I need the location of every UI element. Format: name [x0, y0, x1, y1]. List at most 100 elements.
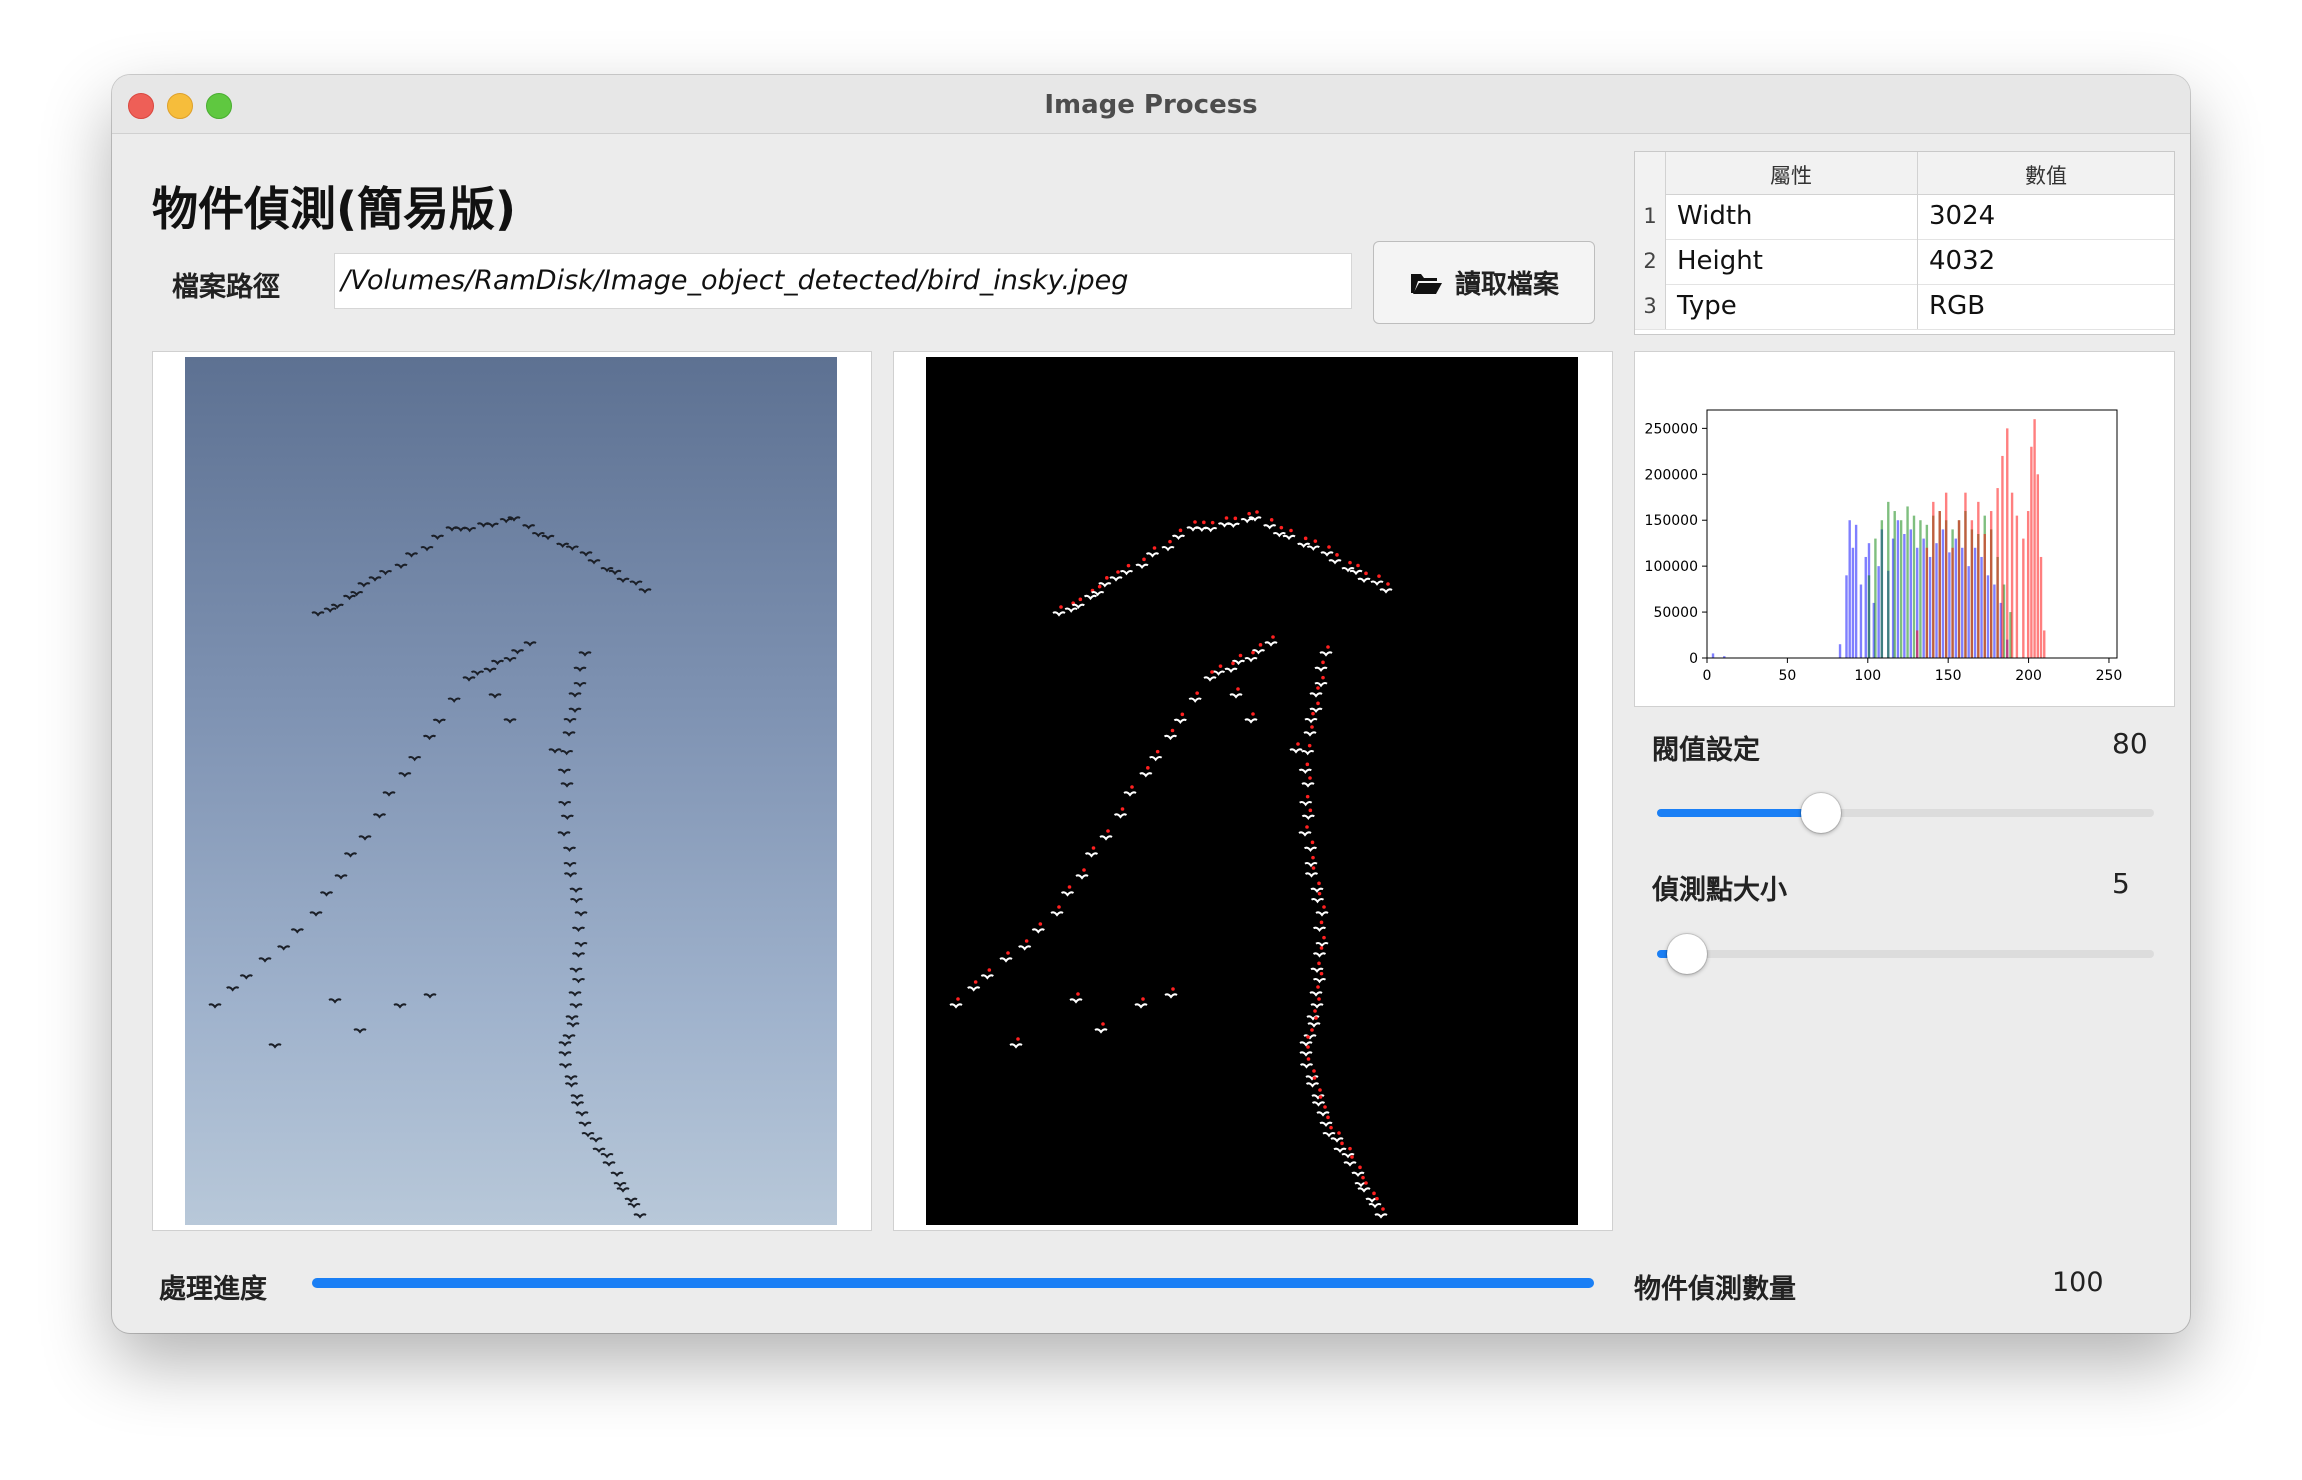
- bird-shape: [627, 1203, 641, 1209]
- bird-shape: [1304, 862, 1318, 868]
- file-path-input[interactable]: /Volumes/RamDisk/Image_object_detected/b…: [334, 253, 1352, 309]
- histogram-bar: [1848, 520, 1851, 658]
- detection-marker: [1316, 686, 1320, 690]
- detection-marker: [1317, 891, 1322, 896]
- histogram-bar: [1711, 653, 1715, 658]
- detection-marker: [1340, 1141, 1344, 1146]
- table-row[interactable]: 3 Type RGB: [1635, 284, 2174, 330]
- detection-marker: [1082, 868, 1086, 872]
- histogram-bar: [1877, 566, 1880, 658]
- detection-marker: [1130, 785, 1134, 789]
- bird-shape: [573, 682, 587, 688]
- detection-marker: [1305, 825, 1309, 829]
- detection-marker: [1318, 1088, 1322, 1092]
- open-file-button-label: 讀取檔案: [1454, 270, 1559, 300]
- x-tick-label: 100: [1854, 668, 1881, 684]
- bird-shape: [571, 926, 586, 932]
- detection-marker: [1152, 546, 1157, 550]
- bird-shape: [1135, 563, 1149, 569]
- table-row[interactable]: 2 Height 4032: [1635, 239, 2174, 285]
- bird-shape: [562, 731, 576, 737]
- detection-marker: [1386, 582, 1390, 586]
- bird-shape: [571, 978, 586, 984]
- bird-shape: [226, 986, 240, 992]
- property-name-cell[interactable]: Type: [1677, 284, 1737, 329]
- property-name-cell[interactable]: Height: [1677, 239, 1763, 284]
- bird-shape: [568, 707, 582, 713]
- detection-overlay: [949, 510, 1393, 1219]
- detection-marker: [1326, 645, 1330, 649]
- bird-shape: [1164, 993, 1178, 999]
- detection-marker: [1314, 1016, 1318, 1020]
- detection-marker: [956, 997, 960, 1001]
- histogram-bar: [1899, 520, 1903, 658]
- property-value-cell[interactable]: RGB: [1929, 284, 1985, 329]
- bird-shape: [1315, 942, 1329, 948]
- histogram-bar: [1838, 644, 1842, 658]
- bird-shape: [1303, 731, 1317, 737]
- detection-marker: [1308, 776, 1312, 780]
- column-header-property[interactable]: 屬性: [1665, 160, 1917, 190]
- property-value-cell[interactable]: 4032: [1929, 239, 1995, 284]
- histogram-bar: [1986, 575, 1990, 658]
- detection-marker: [1318, 1095, 1323, 1099]
- column-divider: [1917, 284, 1918, 329]
- detection-marker: [1319, 946, 1324, 950]
- bird-shape: [563, 718, 577, 724]
- dot-size-slider-track[interactable]: [1657, 934, 2154, 974]
- bird-shape: [616, 1187, 630, 1193]
- bird-shape: [1060, 891, 1075, 897]
- original-image-panel: [152, 351, 872, 1231]
- bird-shape: [573, 666, 587, 672]
- histogram-bar: [1874, 538, 1877, 658]
- bird-shape: [1310, 1003, 1324, 1009]
- page-title: 物件偵測(簡易版): [152, 182, 517, 236]
- bird-shape: [1333, 1147, 1347, 1153]
- bird-shape: [510, 649, 525, 655]
- folder-open-icon: [1410, 273, 1442, 294]
- y-tick-label: 200000: [1645, 467, 1698, 483]
- detection-marker: [1258, 643, 1263, 647]
- bird-shape: [1064, 607, 1078, 613]
- bird-shape: [1305, 1082, 1320, 1088]
- bird-shape: [1316, 1111, 1330, 1117]
- column-header-value[interactable]: 數值: [1917, 160, 2175, 190]
- histogram-bar: [1993, 584, 1996, 658]
- detection-marker: [1322, 935, 1326, 940]
- histogram-bar: [1954, 538, 1958, 658]
- detection-marker: [1317, 881, 1321, 886]
- bird-shape: [564, 1082, 579, 1088]
- dot-size-slider-knob[interactable]: [1666, 934, 1707, 974]
- bird-shape: [1244, 718, 1258, 724]
- histogram-bar: [1864, 556, 1867, 658]
- bird-shape: [980, 974, 994, 980]
- bird-shape: [393, 1003, 407, 1009]
- bird-shape: [372, 813, 387, 819]
- bird-shape: [624, 1197, 638, 1203]
- open-file-button[interactable]: 讀取檔案: [1373, 241, 1595, 324]
- bird-shape: [483, 667, 497, 673]
- bird-shape: [633, 1213, 647, 1219]
- detection-marker: [1218, 664, 1223, 668]
- histogram-bar: [1919, 520, 1922, 658]
- bird-shape: [1289, 748, 1303, 754]
- histogram-bar: [1935, 543, 1938, 658]
- bird-shape: [1091, 591, 1105, 597]
- histogram-bar: [2026, 511, 2030, 658]
- birds-overlay: [208, 516, 652, 1219]
- threshold-slider-track[interactable]: [1657, 793, 2154, 833]
- bird-shape: [1299, 1041, 1313, 1047]
- histogram-bar: [2001, 455, 2004, 658]
- y-tick-label: 100000: [1645, 559, 1698, 575]
- histogram-bar: [1867, 575, 1871, 658]
- threshold-slider-knob[interactable]: [1801, 793, 1841, 833]
- table-row[interactable]: 1 Width 3024: [1635, 194, 2174, 240]
- detection-marker: [1317, 997, 1321, 1001]
- properties-table: 屬性 數值 1 Width 3024 2 Height 4032 3 Type …: [1634, 151, 2175, 335]
- detection-marker: [1236, 687, 1240, 691]
- property-name-cell[interactable]: Width: [1677, 194, 1753, 239]
- property-value-cell[interactable]: 3024: [1929, 194, 1995, 239]
- histogram-bar: [2015, 515, 2019, 658]
- bird-shape: [560, 782, 574, 788]
- bird-shape: [571, 952, 586, 958]
